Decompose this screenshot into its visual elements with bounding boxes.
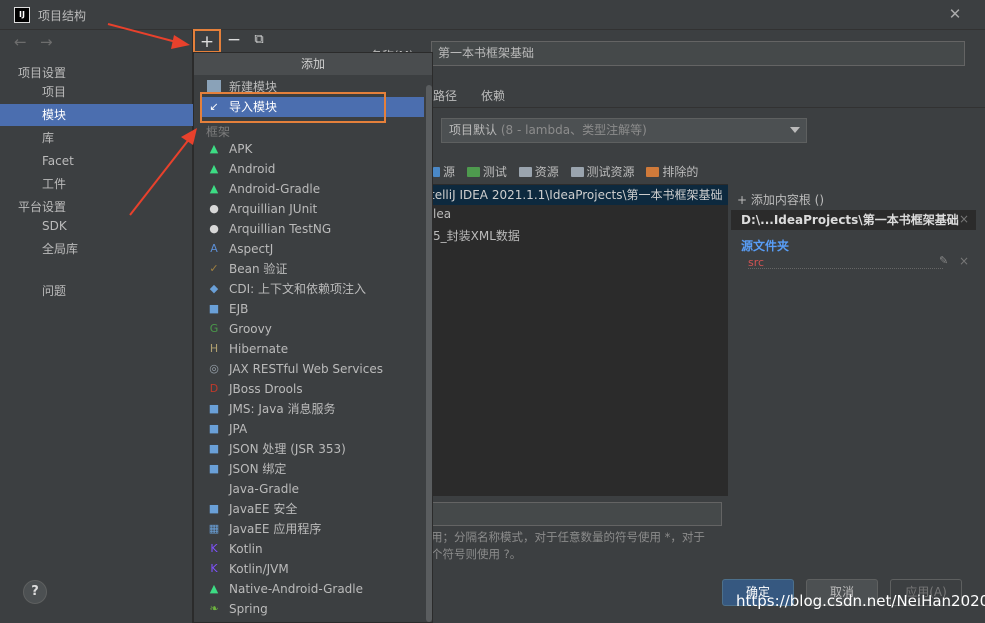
arrow-to-add-icon (107, 23, 190, 49)
watermark: https://blog.csdn.net/NeiHan2020 (736, 592, 985, 610)
arrow-to-import-icon (129, 128, 197, 216)
annotation-arrows (107, 23, 197, 216)
